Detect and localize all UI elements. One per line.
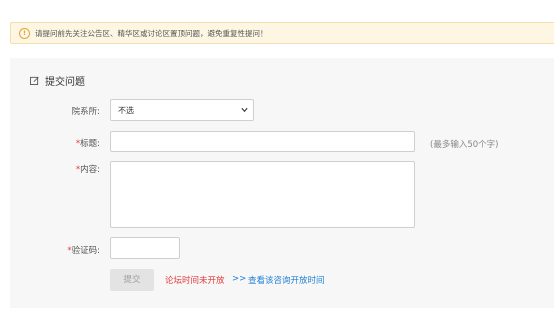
form-title-text: 提交问题 (45, 77, 85, 88)
forum-closed-message: 论坛时间未开放 (165, 276, 225, 286)
chevron-down-icon (241, 107, 248, 113)
department-label: 院系所: (71, 107, 100, 117)
captcha-input[interactable] (110, 237, 180, 259)
title-input[interactable] (110, 131, 415, 152)
link-arrows: >> (232, 274, 247, 284)
content-textarea[interactable] (110, 161, 415, 228)
notice-text: 请提问前先关注公告区、精华区或讨论区置顶问题，避免重复性提问！ (35, 28, 268, 38)
notice-bar: ! 请提问前先关注公告区、精华区或讨论区置顶问题，避免重复性提问！ (10, 22, 554, 44)
content-label: *内容: (75, 165, 100, 175)
captcha-label: *验证码: (67, 246, 100, 256)
title-field-label: *标题: (75, 139, 100, 149)
department-selected-value: 不选 (118, 105, 134, 115)
question-form-panel: 提交问题 院系所: 不选 *标题: (最多输入50个字) *内容: *验证码: … (10, 58, 554, 308)
title-hint: (最多输入50个字) (430, 140, 499, 150)
info-icon: ! (19, 27, 30, 39)
department-select[interactable]: 不选 (110, 99, 254, 121)
edit-icon (30, 76, 39, 85)
view-open-time-link[interactable]: 查看该咨询开放时间 (248, 274, 325, 286)
submit-button[interactable]: 提交 (110, 269, 154, 291)
form-title: 提交问题 (30, 73, 85, 88)
